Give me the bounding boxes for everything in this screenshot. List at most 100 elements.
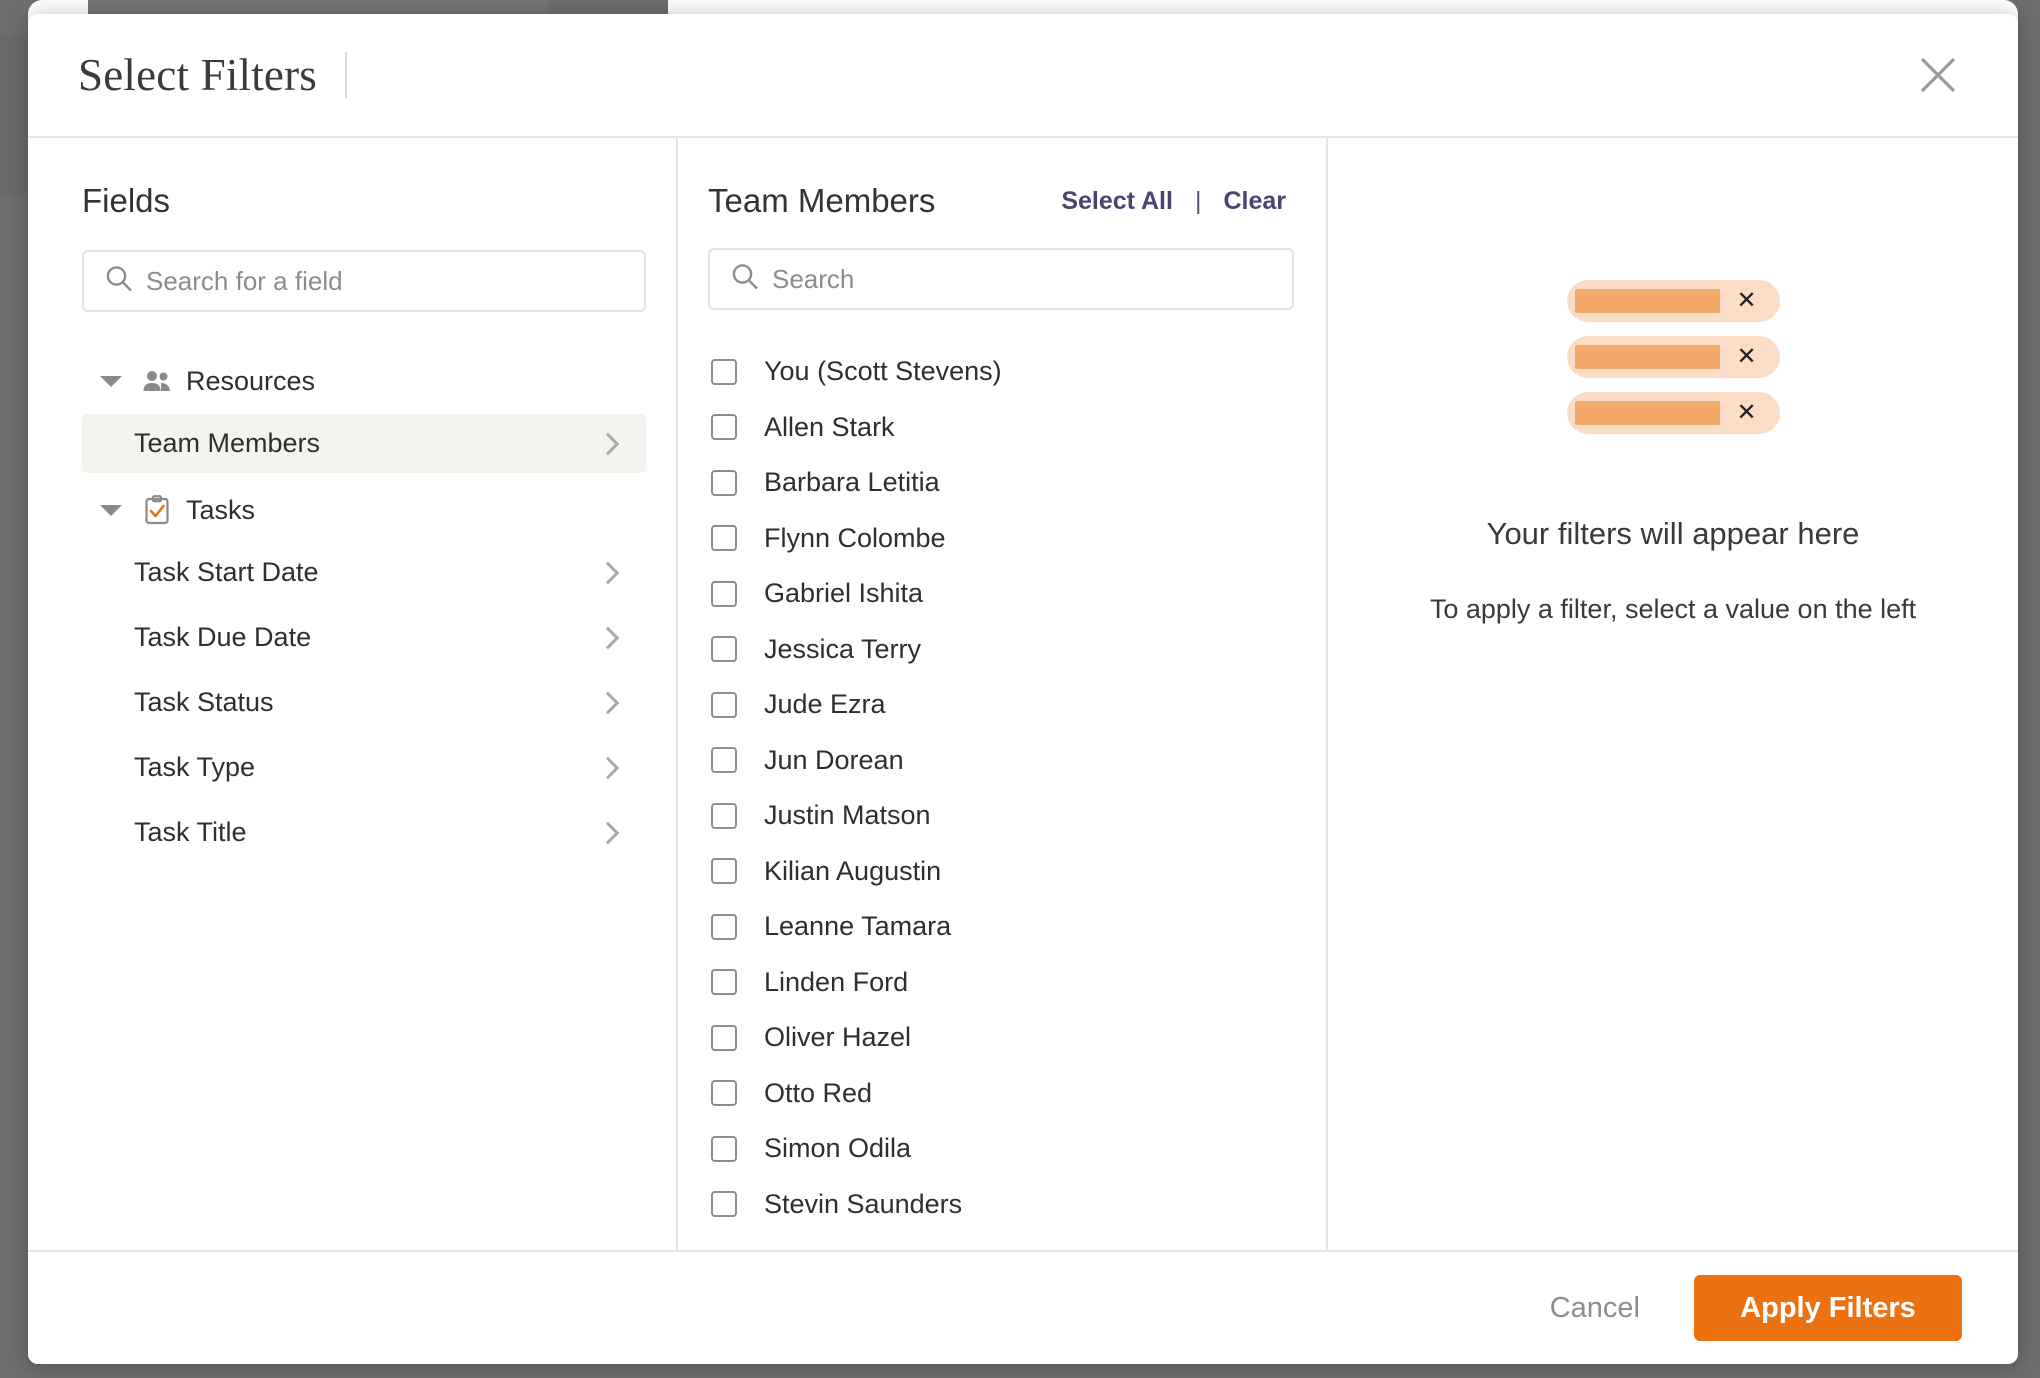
checkbox[interactable]: [711, 525, 737, 552]
list-item[interactable]: Flynn Colombe: [708, 511, 1294, 567]
field-item-label: Task Due Date: [134, 622, 312, 652]
field-item-team-members[interactable]: Team Members: [82, 414, 646, 473]
placeholder-pill: ✕: [1566, 280, 1780, 322]
field-search-input[interactable]: [146, 265, 644, 297]
search-icon: [730, 262, 760, 297]
chevron-right-icon: [596, 756, 620, 779]
close-icon: ✕: [1736, 343, 1757, 370]
field-item-task-start-date[interactable]: Task Start Date: [82, 543, 646, 602]
checkbox[interactable]: [711, 358, 737, 385]
field-item-task-type[interactable]: Task Type: [82, 738, 646, 797]
dialog-body: Fields Search for a field Resources Team…: [28, 138, 2018, 1250]
checkbox[interactable]: [711, 1024, 737, 1051]
list-item[interactable]: Barbara Letitia: [708, 455, 1294, 511]
list-item[interactable]: Leanne Tamara: [708, 899, 1294, 955]
checkbox[interactable]: [711, 691, 737, 718]
values-search-input[interactable]: [772, 263, 1292, 295]
list-item[interactable]: Simon Odila: [708, 1121, 1294, 1177]
tree-group-label: Resources: [186, 365, 316, 396]
list-item[interactable]: Justin Matson: [708, 788, 1294, 844]
values-title: Team Members: [708, 182, 936, 219]
placeholder-pill: ✕: [1566, 392, 1780, 434]
checkbox[interactable]: [711, 858, 737, 885]
list-item[interactable]: Oliver Hazel: [708, 1010, 1294, 1066]
apply-filters-button[interactable]: Apply Filters: [1694, 1275, 1962, 1341]
checkbox[interactable]: [711, 469, 737, 496]
list-item-label: Barbara Letitia: [764, 467, 940, 498]
checkbox[interactable]: [711, 414, 737, 441]
close-button[interactable]: [1910, 47, 1966, 103]
chevron-down-icon: [100, 504, 122, 516]
tree-group-label: Tasks: [186, 494, 256, 525]
close-icon: [1920, 57, 1956, 93]
title-divider: [345, 52, 348, 98]
close-icon: ✕: [1736, 399, 1757, 426]
chevron-right-icon: [596, 821, 620, 844]
close-icon: ✕: [1736, 287, 1757, 314]
chevron-right-icon: [596, 691, 620, 714]
list-item[interactable]: Stevin Saunders: [708, 1177, 1294, 1233]
list-item[interactable]: Otto Red: [708, 1066, 1294, 1122]
list-item-label: Jun Dorean: [764, 744, 904, 775]
people-icon: [140, 369, 174, 393]
fields-panel: Fields Search for a field Resources Team…: [28, 138, 678, 1250]
checkbox[interactable]: [711, 747, 737, 774]
list-item-label: You (Scott Stevens): [764, 356, 1002, 387]
chevron-right-icon: [596, 626, 620, 649]
list-item[interactable]: You (Scott Stevens): [708, 344, 1294, 400]
cancel-button[interactable]: Cancel: [1550, 1292, 1640, 1325]
chevron-down-icon: [100, 375, 122, 387]
placeholder-pill: ✕: [1566, 336, 1780, 378]
list-item[interactable]: Kilian Augustin: [708, 844, 1294, 900]
field-item-label: Task Status: [134, 687, 274, 717]
checkbox[interactable]: [711, 969, 737, 996]
checkbox[interactable]: [711, 636, 737, 663]
checkbox[interactable]: [711, 1191, 737, 1218]
tree-group-resources-items: Team Members: [82, 414, 646, 473]
dialog-header: Select Filters: [28, 14, 2018, 138]
field-item-task-due-date[interactable]: Task Due Date: [82, 608, 646, 667]
tree-group-resources[interactable]: Resources: [82, 356, 646, 406]
checkbox[interactable]: [711, 1080, 737, 1107]
list-item[interactable]: Jude Ezra: [708, 677, 1294, 733]
list-item-label: Leanne Tamara: [764, 911, 952, 942]
chevron-right-icon: [596, 561, 620, 584]
checkbox[interactable]: [711, 580, 737, 607]
field-item-task-status[interactable]: Task Status: [82, 673, 646, 732]
select-all-link[interactable]: Select All: [1061, 187, 1173, 216]
field-search-box[interactable]: [82, 250, 646, 312]
checkbox[interactable]: [711, 802, 737, 829]
field-item-label: Task Type: [134, 752, 256, 782]
checkbox[interactable]: [711, 913, 737, 940]
field-item-task-title[interactable]: Task Title: [82, 803, 646, 862]
chevron-right-icon: [596, 432, 620, 455]
action-separator: |: [1194, 186, 1202, 215]
list-item-label: Jessica Terry: [764, 633, 922, 664]
list-item[interactable]: Gabriel Ishita: [708, 566, 1294, 622]
placeholder-bar: [1574, 401, 1720, 425]
list-item-label: Stevin Saunders: [764, 1188, 963, 1219]
team-members-list: You (Scott Stevens) Allen Stark Barbara …: [708, 344, 1294, 1250]
fields-tree: Resources Team Members Tasks Task Start …: [82, 356, 646, 862]
placeholder-pill-stack: ✕ ✕ ✕: [1566, 280, 1780, 434]
list-item-label: Allen Stark: [764, 411, 895, 442]
list-item[interactable]: Allen Stark: [708, 400, 1294, 456]
placeholder-bar: [1574, 289, 1720, 313]
field-item-label: Team Members: [134, 428, 321, 458]
fields-heading: Fields: [82, 182, 171, 219]
dialog-footer: Cancel Apply Filters: [28, 1250, 2018, 1364]
list-item[interactable]: Jun Dorean: [708, 733, 1294, 789]
list-item[interactable]: Linden Ford: [708, 955, 1294, 1011]
tree-group-tasks[interactable]: Tasks: [82, 485, 646, 535]
list-item-label: Linden Ford: [764, 966, 909, 997]
values-search-box[interactable]: [708, 248, 1294, 310]
list-item[interactable]: Jessica Terry: [708, 622, 1294, 678]
list-item-label: Gabriel Ishita: [764, 578, 924, 609]
clipboard-check-icon: [140, 495, 174, 525]
values-panel: Team Members Select All | Clear Search Y…: [678, 138, 1328, 1250]
select-filters-dialog: Select Filters Fields Search for a field…: [28, 14, 2018, 1364]
clear-link[interactable]: Clear: [1223, 187, 1286, 216]
field-item-label: Task Start Date: [134, 557, 319, 587]
checkbox[interactable]: [711, 1135, 737, 1162]
list-item-label: Otto Red: [764, 1077, 873, 1108]
